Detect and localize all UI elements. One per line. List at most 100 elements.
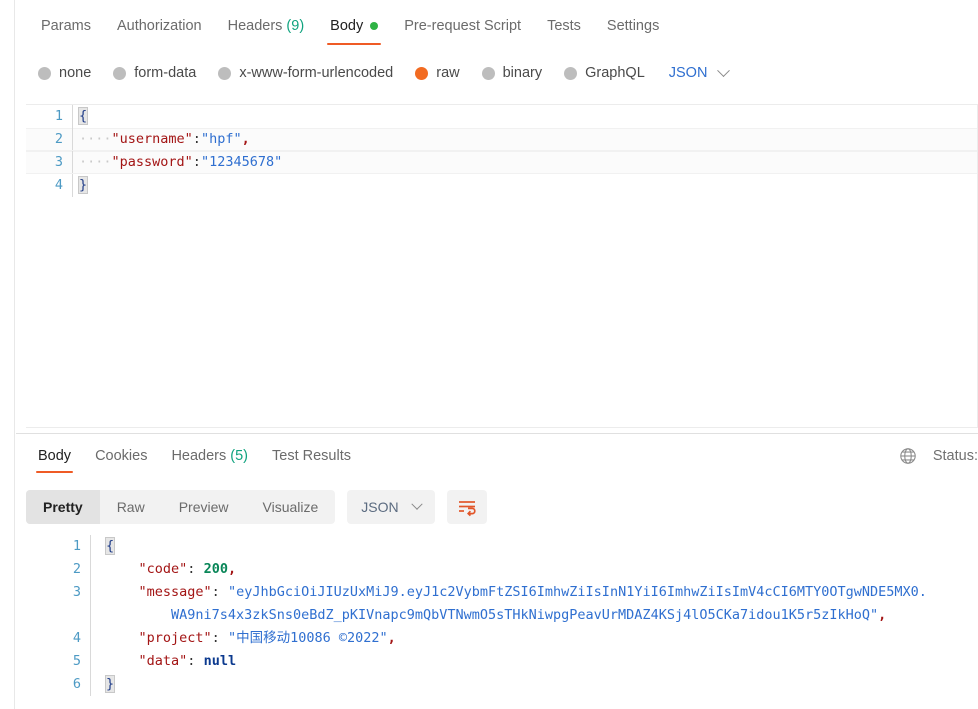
wrap-lines-button[interactable] [446,490,487,524]
radio-label: GraphQL [585,65,645,81]
code-line: 1 { [26,105,977,128]
wrap-lines-icon [458,501,476,517]
view-mode-pretty[interactable]: Pretty [26,490,100,524]
tab-count-badge: (9) [286,17,305,34]
code-line: 2 "code": 200, [16,558,978,581]
json-colon: : [211,630,228,646]
body-modified-dot-icon [370,21,379,30]
body-type-urlencoded[interactable]: x-www-form-urlencoded [218,65,393,81]
body-type-none[interactable]: none [38,65,91,81]
json-key: "code" [138,561,188,577]
left-rail [0,0,15,709]
line-content: "message": "eyJhbGciOiJIUzUxMiJ9.eyJ1c2V… [90,581,978,604]
response-tab-test-results[interactable]: Test Results [260,434,363,478]
line-content: ····"username":"hpf", [72,128,977,151]
line-number: 3 [54,154,63,170]
json-value-part1: "eyJhbGciOiJIUzUxMiJ9.eyJ1c2VybmFtZSI6Im… [227,584,927,600]
body-type-binary[interactable]: binary [481,65,542,81]
tab-tests[interactable]: Tests [534,0,594,51]
view-mode-preview[interactable]: Preview [162,490,246,524]
line-content: { [90,535,978,558]
json-comma: , [227,561,237,577]
json-value: null [203,653,237,669]
line-number: 4 [72,630,81,646]
tab-body[interactable]: Body [317,0,391,51]
indent-rule [90,673,91,696]
line-content: "code": 200, [90,558,978,581]
radio-icon [38,66,51,80]
line-number: 6 [72,676,81,692]
tab-pre-request-script[interactable]: Pre-request Script [391,0,534,51]
json-colon: : [192,154,201,170]
globe-icon[interactable] [899,447,917,465]
seg-label: Raw [116,499,145,515]
json-key: "data" [138,653,188,669]
tab-label: Test Results [272,448,351,464]
close-brace: } [104,675,116,693]
indent-rule [72,128,73,151]
body-type-graphql[interactable]: GraphQL [564,65,645,81]
request-tab-bar: Params Authorization Headers (9) Body Pr… [16,0,978,51]
response-format-dropdown[interactable]: JSON [347,490,435,524]
body-type-raw[interactable]: raw [415,65,460,81]
json-key: "username" [111,131,193,147]
json-colon: : [187,561,204,577]
radio-selected-icon [415,66,429,80]
line-content: WA9ni7s4x3zkSns0eBdZ_pKIVnapc9mQbVTNwmO5… [90,604,978,627]
response-tab-cookies[interactable]: Cookies [83,434,159,478]
tab-headers[interactable]: Headers (9) [215,0,318,51]
line-content: } [90,673,978,696]
code-line-continuation: WA9ni7s4x3zkSns0eBdZ_pKIVnapc9mQbVTNwmO5… [16,604,978,627]
radio-icon [564,66,578,80]
response-body-viewer[interactable]: 1 { 2 "code": 200, 3 "message": "eyJhbGc… [16,535,978,709]
line-content: { [72,105,977,128]
indent-rule [72,151,73,174]
code-line: 3 ····"password":"12345678" [26,151,977,174]
seg-label: Visualize [262,499,319,515]
radio-label: raw [436,65,460,81]
json-value: "中国移动10086 ©2022" [227,630,388,646]
json-colon: : [187,653,204,669]
format-label: JSON [361,499,399,515]
tab-label: Cookies [95,448,148,464]
code-line: 1 { [16,535,978,558]
request-body-editor[interactable]: 1 { 2 ····"username":"hpf", 3 ····"passw… [26,104,978,428]
request-format-dropdown[interactable]: JSON [669,63,731,81]
tab-settings[interactable]: Settings [594,0,672,51]
body-type-form-data[interactable]: form-data [113,65,196,81]
tab-label: Headers [227,17,283,34]
line-content: ····"password":"12345678" [72,151,977,174]
json-comma: , [878,607,887,623]
response-tab-headers[interactable]: Headers (5) [159,434,260,478]
tab-params[interactable]: Params [28,0,104,51]
indent-rule [72,105,73,128]
indent-rule [90,581,91,604]
json-comma: , [241,131,250,147]
seg-label: Pretty [43,499,83,515]
radio-icon [218,66,232,80]
code-line: 6 } [16,673,978,696]
radio-label: none [59,65,92,81]
tab-count-badge: (5) [230,448,248,464]
view-mode-raw[interactable]: Raw [100,490,162,524]
code-line: 2 ····"username":"hpf", [26,128,977,151]
radio-icon [481,66,495,80]
line-number: 1 [54,108,63,124]
line-number: 5 [72,653,81,669]
status-label: Status: [932,448,978,464]
json-value: "12345678" [200,154,283,170]
view-mode-visualize[interactable]: Visualize [246,490,336,524]
tab-authorization[interactable]: Authorization [104,0,215,51]
indent-rule [90,650,91,673]
api-client-pane: Params Authorization Headers (9) Body Pr… [0,0,978,709]
response-tab-body[interactable]: Body [26,434,83,478]
tab-label: Body [330,17,364,34]
line-content: "data": null [90,650,978,673]
code-line: 4 } [26,174,977,197]
seg-label: Preview [178,499,229,515]
close-brace: } [77,176,89,194]
code-line: 3 "message": "eyJhbGciOiJIUzUxMiJ9.eyJ1c… [16,581,978,604]
line-number: 2 [54,131,63,147]
json-key: "password" [111,154,193,170]
radio-icon [113,66,127,80]
